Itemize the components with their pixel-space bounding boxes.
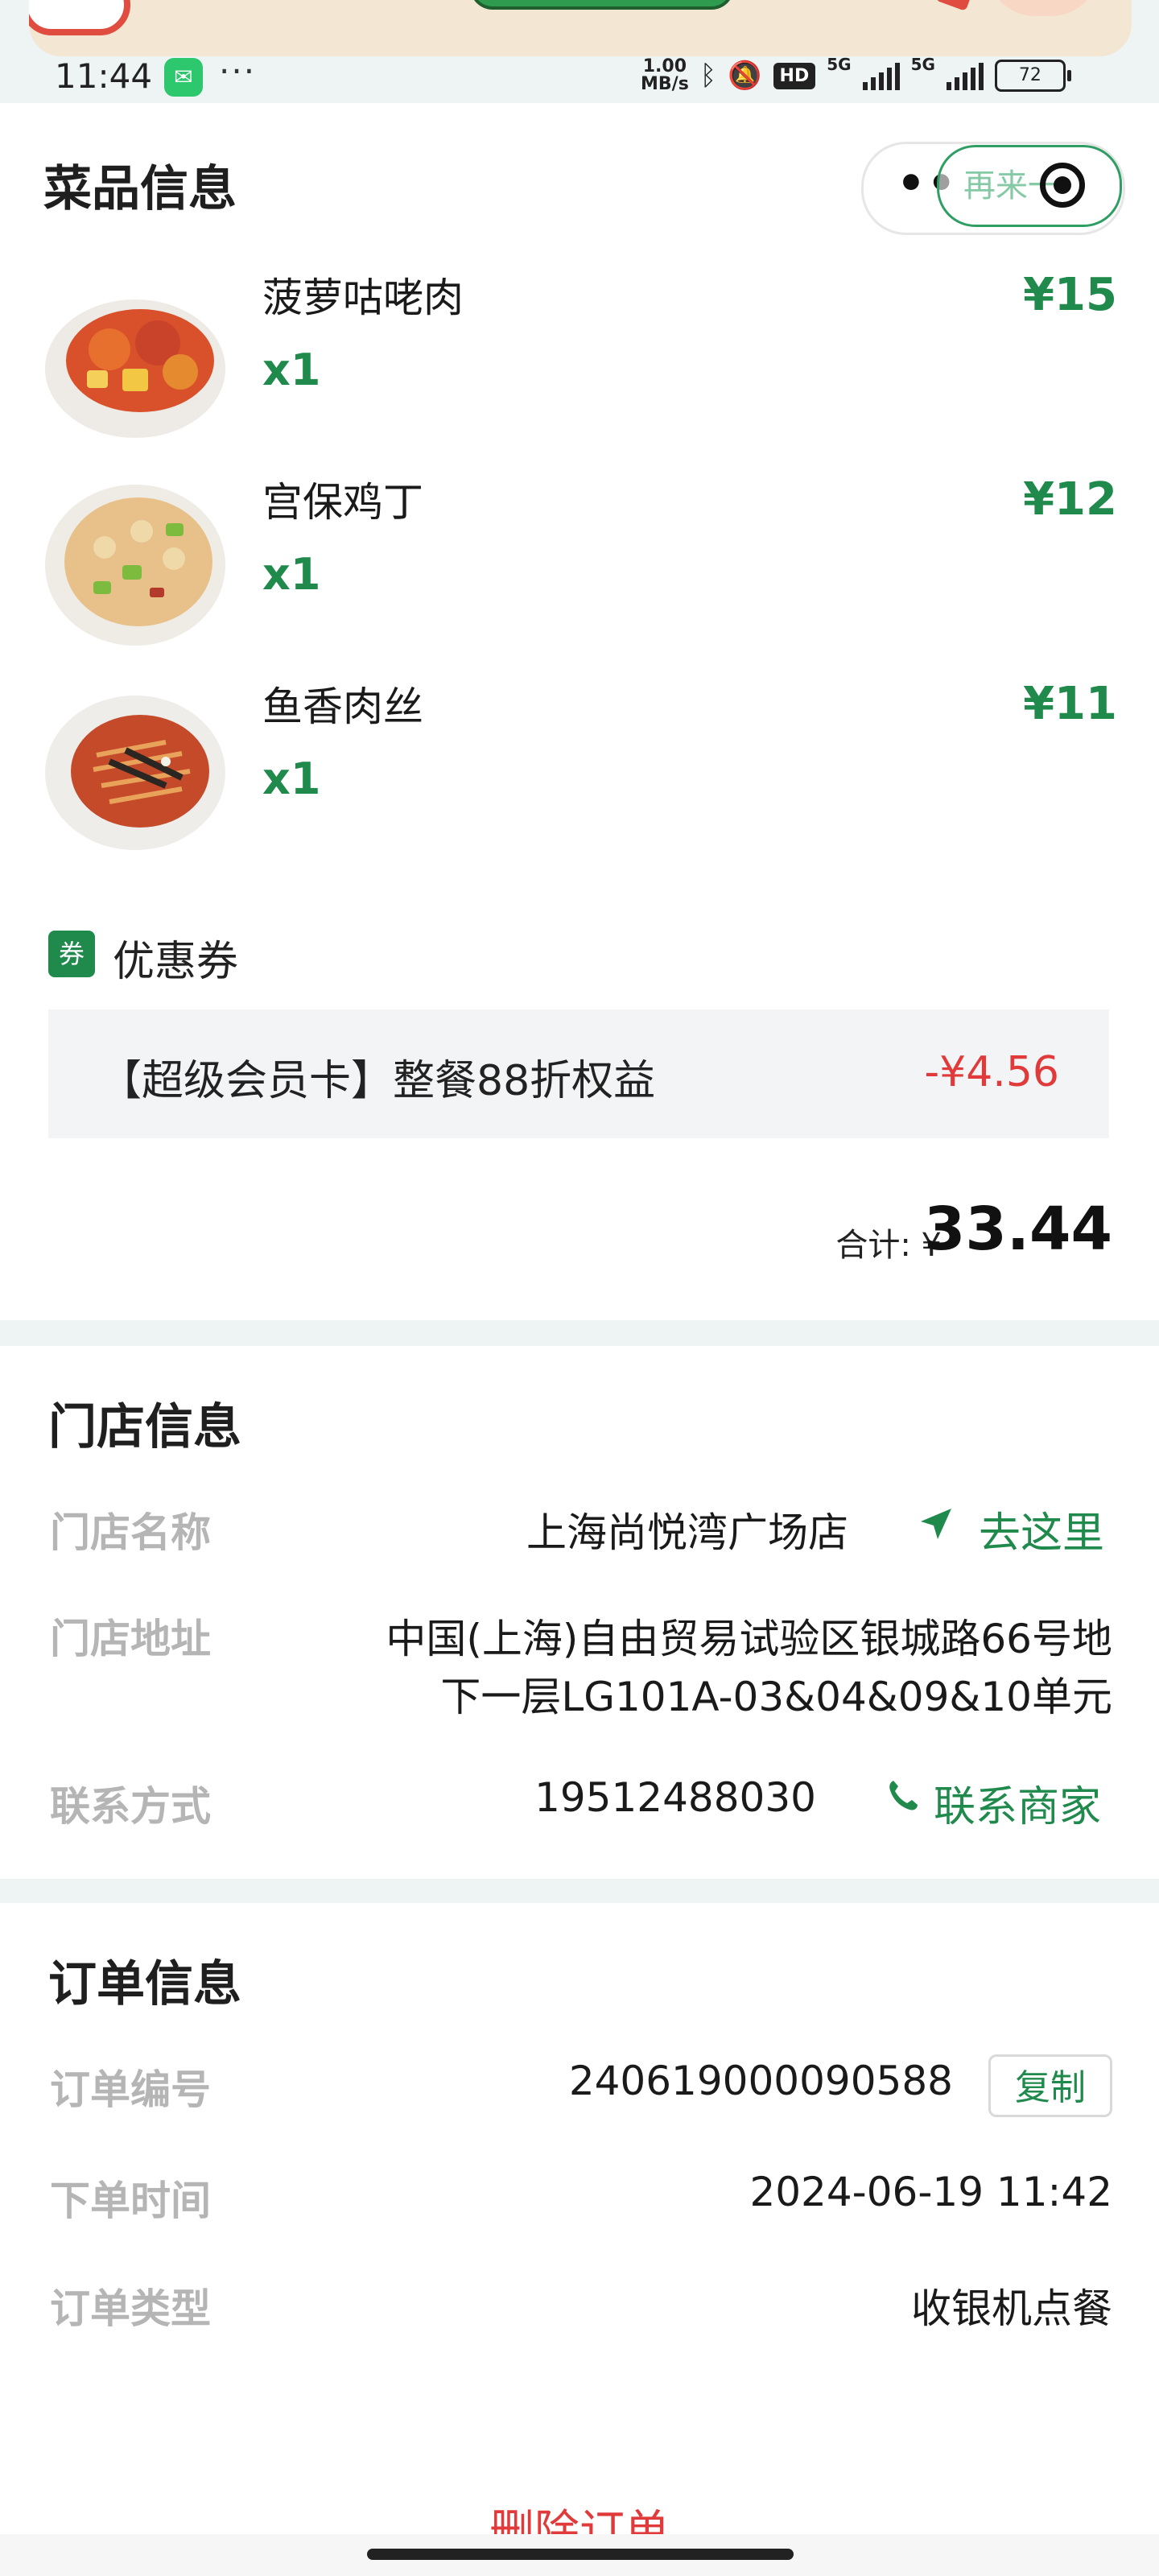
store-address-line1: 中国(上海)自由贸易试验区银城路66号地 [386, 1616, 1112, 1662]
signal-icon [946, 61, 984, 90]
coupon-name: 【超级会员卡】整餐88折权益 [100, 1057, 656, 1105]
store-name-label: 门店名称 [50, 1509, 211, 1556]
promo-banner[interactable]: 点击加群 [29, 0, 1132, 56]
dish-image [45, 681, 225, 858]
dish-image [45, 269, 225, 446]
dish-quantity: x1 [262, 753, 321, 804]
banner-decoration-icon [935, 0, 974, 11]
coupon-title: 优惠券 [113, 938, 239, 986]
join-group-button[interactable]: 点击加群 [470, 0, 734, 10]
navigate-icon[interactable] [916, 1504, 956, 1544]
bluetooth-icon: ᛒ [699, 60, 717, 92]
hd-icon: HD [773, 62, 816, 89]
contact-label: 联系方式 [50, 1783, 211, 1830]
store-name: 上海尚悦湾广场店 [526, 1509, 848, 1556]
go-here-link[interactable]: 去这里 [979, 1499, 1104, 1559]
status-more-icon: ··· [219, 52, 257, 91]
wechat-icon: ✉ [164, 58, 203, 97]
dish-price: ¥12 [1023, 473, 1117, 526]
contact-merchant-link[interactable]: 联系商家 [934, 1773, 1101, 1833]
dish-name: 宫保鸡丁 [262, 479, 423, 526]
dish-quantity: x1 [262, 345, 321, 395]
home-indicator[interactable] [367, 2549, 794, 2560]
order-type: 收银机点餐 [911, 2285, 1112, 2332]
network-type-1: 5G [827, 55, 852, 74]
battery-icon: 72 [994, 60, 1071, 92]
order-number-label: 订单编号 [50, 2066, 211, 2113]
status-icons: 1.00 MB/s ᛒ 🔕 HD 5G 5G 72 [641, 55, 1071, 97]
copy-button[interactable]: 复制 [988, 2054, 1112, 2117]
total-amount: 33.44 [923, 1195, 1112, 1264]
dish-image [45, 475, 225, 652]
phone-icon[interactable] [885, 1777, 921, 1813]
banner-decoration-icon [29, 0, 130, 35]
reorder-button[interactable]: 再来一 [937, 145, 1122, 227]
store-section-title: 门店信息 [48, 1399, 241, 1455]
order-time: 2024-06-19 11:42 [749, 2169, 1112, 2215]
dishes-section-title: 菜品信息 [43, 161, 237, 217]
store-address-label: 门店地址 [50, 1616, 211, 1662]
order-section-title: 订单信息 [48, 1956, 241, 2013]
close-miniprogram-icon-dot [1054, 176, 1071, 194]
status-time: 11:44 [55, 56, 153, 96]
banner-decoration-icon [987, 0, 1099, 16]
coupon-icon: 券 [48, 931, 95, 977]
store-address-line2: 下一层LG101A-03&04&09&10单元 [440, 1674, 1112, 1720]
order-number: 240619000090588 [568, 2058, 953, 2104]
mute-bell-icon: 🔕 [728, 60, 762, 92]
net-speed: 1.00 MB/s [641, 56, 689, 94]
network-type-2: 5G [910, 55, 935, 74]
store-phone: 19512488030 [534, 1774, 816, 1821]
coupon-discount: -¥4.56 [924, 1048, 1059, 1096]
dish-price: ¥15 [1023, 269, 1117, 321]
order-time-label: 下单时间 [50, 2178, 211, 2224]
dish-name: 菠萝咕咾肉 [262, 275, 464, 321]
dish-name: 鱼香肉丝 [262, 683, 423, 730]
dish-price: ¥11 [1023, 678, 1117, 730]
dish-quantity: x1 [262, 549, 321, 600]
order-type-label: 订单类型 [50, 2285, 211, 2332]
signal-icon [862, 61, 900, 90]
